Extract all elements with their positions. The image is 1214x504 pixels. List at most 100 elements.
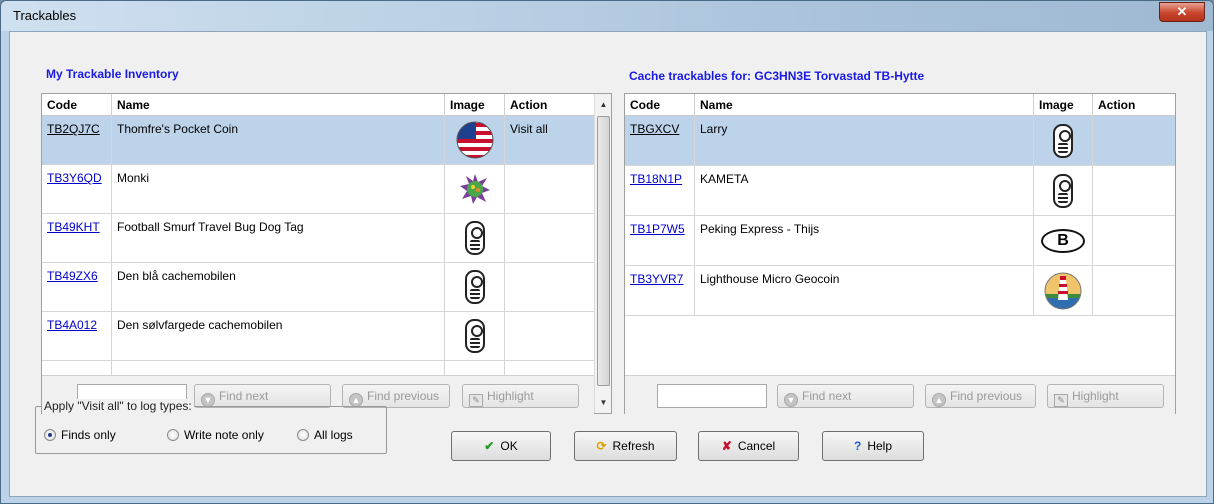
inventory-title: My Trackable Inventory (46, 67, 179, 81)
title-bar: Trackables ✕ (1, 1, 1213, 31)
travel-bug-icon (445, 312, 505, 360)
radio-finds-only[interactable]: Finds only (44, 428, 116, 442)
action-cell[interactable] (1093, 116, 1175, 165)
monkey-coin-icon (445, 165, 505, 213)
partial-cell (42, 361, 112, 375)
radio-unchecked-icon (297, 429, 309, 441)
trackable-name: Lighthouse Micro Geocoin (695, 266, 1034, 315)
visit-all-group: Apply "Visit all" to log types: Finds on… (35, 399, 387, 454)
action-cell[interactable] (1093, 266, 1175, 315)
lighthouse-coin-icon (1034, 266, 1093, 315)
action-cell[interactable] (505, 312, 595, 360)
usa-flag-coin-icon (445, 116, 505, 164)
inventory-header: Code Name Image Action (42, 94, 594, 116)
column-code[interactable]: Code (42, 94, 112, 116)
highlight-button[interactable]: ✎ Highlight (462, 384, 579, 408)
arrow-down-icon: ▼ (784, 393, 798, 407)
table-row-partial (42, 361, 595, 375)
trackable-code[interactable]: TB49KHT (42, 214, 112, 262)
trackables-window: Trackables ✕ My Trackable Inventory Code… (0, 0, 1214, 504)
table-row[interactable]: TBGXCV Larry (625, 116, 1175, 166)
cache-find-bar: ▼ Find next ▲ Find previous ✎ Highlight (625, 375, 1175, 415)
table-row[interactable]: TB18N1P KAMETA (625, 166, 1175, 216)
refresh-button[interactable]: ⟳ Refresh (574, 431, 677, 461)
find-previous-button[interactable]: ▲ Find previous (342, 384, 450, 408)
trackable-code[interactable]: TB3YVR7 (625, 266, 695, 315)
partial-cell (112, 361, 445, 375)
cache-header: Code Name Image Action (625, 94, 1175, 116)
trackable-name: Monki (112, 165, 445, 213)
cache-trackables-grid: Code Name Image Action TBGXCV Larry TB18… (624, 93, 1176, 415)
help-question-icon: ? (853, 439, 862, 453)
table-row[interactable]: TB4A012 Den sølvfargede cachemobilen (42, 312, 595, 361)
find-next-button[interactable]: ▼ Find next (194, 384, 331, 408)
column-image[interactable]: Image (445, 94, 505, 116)
action-cell[interactable] (1093, 166, 1175, 215)
scroll-thumb[interactable] (597, 116, 610, 386)
partial-cell (445, 361, 505, 375)
scroll-up-arrow-icon[interactable]: ▲ (595, 96, 612, 113)
trackable-code[interactable]: TB18N1P (625, 166, 695, 215)
column-image[interactable]: Image (1034, 94, 1093, 116)
highlight-button[interactable]: ✎ Highlight (1047, 384, 1164, 408)
checkmark-icon: ✔ (484, 439, 495, 453)
trackable-code[interactable]: TB1P7W5 (625, 216, 695, 265)
cache-trackables-title: Cache trackables for: GC3HN3E Torvastad … (629, 69, 925, 83)
window-title: Trackables (13, 8, 77, 23)
radio-checked-icon (44, 429, 56, 441)
table-row[interactable]: TB49ZX6 Den blå cachemobilen (42, 263, 595, 312)
close-button[interactable]: ✕ (1159, 2, 1205, 22)
table-row[interactable]: TB3YVR7 Lighthouse Micro Geocoin (625, 266, 1175, 316)
trackable-code[interactable]: TBGXCV (625, 116, 695, 165)
action-cell[interactable] (1093, 216, 1175, 265)
arrow-down-icon: ▼ (201, 393, 215, 407)
trackable-name: Larry (695, 116, 1034, 165)
trackable-name: Football Smurf Travel Bug Dog Tag (112, 214, 445, 262)
column-code[interactable]: Code (625, 94, 695, 116)
cancel-x-icon: ✘ (721, 439, 732, 453)
travel-bug-icon (445, 214, 505, 262)
find-previous-button[interactable]: ▲ Find previous (925, 384, 1036, 408)
trackable-name: Thomfre's Pocket Coin (112, 116, 445, 164)
trackable-name: Den sølvfargede cachemobilen (112, 312, 445, 360)
travel-bug-icon (1034, 166, 1093, 215)
trackable-code[interactable]: TB2QJ7C (42, 116, 112, 164)
scroll-down-arrow-icon[interactable]: ▼ (595, 394, 612, 411)
column-action[interactable]: Action (505, 94, 595, 116)
action-cell[interactable] (505, 165, 595, 213)
action-cell[interactable] (505, 214, 595, 262)
help-button[interactable]: ? Help (822, 431, 924, 461)
find-next-button[interactable]: ▼ Find next (777, 384, 914, 408)
column-name[interactable]: Name (112, 94, 445, 116)
trackable-code[interactable]: TB49ZX6 (42, 263, 112, 311)
refresh-icon: ⟳ (596, 439, 607, 453)
trackable-name: Den blå cachemobilen (112, 263, 445, 311)
table-row[interactable]: TB1P7W5 Peking Express - Thijs B (625, 216, 1175, 266)
highlight-icon: ✎ (469, 394, 483, 407)
radio-all-logs[interactable]: All logs (297, 428, 353, 442)
action-cell[interactable]: Visit all (505, 116, 595, 164)
inventory-scrollbar[interactable]: ▲ ▼ (594, 94, 611, 413)
column-action[interactable]: Action (1093, 94, 1175, 116)
travel-bug-icon (1034, 116, 1093, 165)
ok-button[interactable]: ✔ OK (451, 431, 551, 461)
radio-write-note-only[interactable]: Write note only (167, 428, 264, 442)
travel-bug-icon (445, 263, 505, 311)
trackable-name: Peking Express - Thijs (695, 216, 1034, 265)
cancel-button[interactable]: ✘ Cancel (698, 431, 799, 461)
arrow-up-icon: ▲ (349, 393, 363, 407)
table-row[interactable]: TB49KHT Football Smurf Travel Bug Dog Ta… (42, 214, 595, 263)
cache-search-input[interactable] (657, 384, 767, 408)
highlight-icon: ✎ (1054, 394, 1068, 407)
radio-unchecked-icon (167, 429, 179, 441)
trackable-name: KAMETA (695, 166, 1034, 215)
arrow-up-icon: ▲ (932, 393, 946, 407)
action-cell[interactable] (505, 263, 595, 311)
visit-all-legend: Apply "Visit all" to log types: (42, 399, 194, 413)
table-row[interactable]: TB3Y6QD Monki (42, 165, 595, 214)
trackable-code[interactable]: TB4A012 (42, 312, 112, 360)
column-name[interactable]: Name (695, 94, 1034, 116)
table-row[interactable]: TB2QJ7C Thomfre's Pocket Coin Visit all (42, 116, 595, 165)
trackable-code[interactable]: TB3Y6QD (42, 165, 112, 213)
inventory-grid: Code Name Image Action TB2QJ7C Thomfre's… (41, 93, 612, 415)
